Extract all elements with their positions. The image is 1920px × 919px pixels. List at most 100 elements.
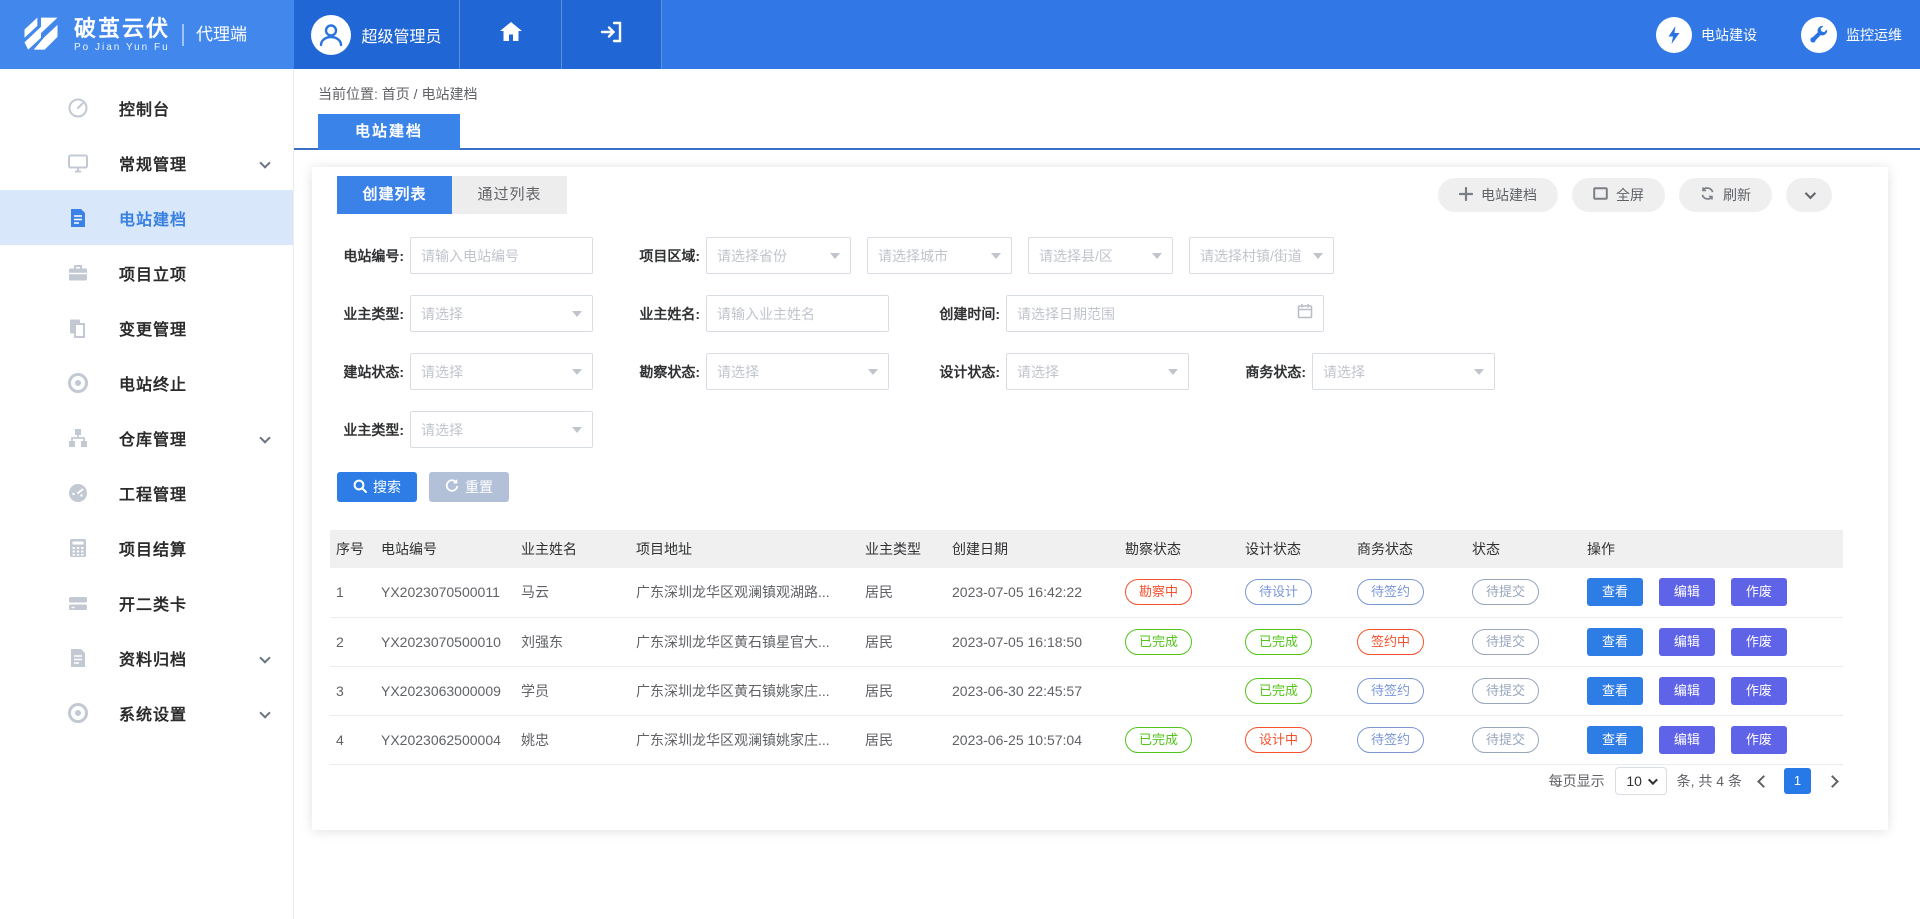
- quick-link-monitor-ops[interactable]: 监控运维: [1801, 17, 1902, 53]
- filter-business-status: 商务状态: 请选择: [1220, 353, 1495, 390]
- page-tab-station-archive[interactable]: 电站建档: [318, 114, 460, 150]
- sidebar-item-station-archive[interactable]: 电站建档: [0, 190, 293, 245]
- caret-down-icon: [572, 427, 582, 433]
- filter-label: 业主类型:: [318, 304, 410, 324]
- town-select[interactable]: 请选择村镇/街道: [1189, 237, 1334, 274]
- sidebar-item-station-termination[interactable]: 电站终止: [0, 355, 293, 410]
- sitemap-icon: [67, 427, 89, 449]
- view-button[interactable]: 查看: [1587, 726, 1643, 754]
- col-header: 设计状态: [1239, 530, 1351, 568]
- sidebar-item-type2-card[interactable]: 开二类卡: [0, 575, 293, 630]
- col-header: 商务状态: [1351, 530, 1466, 568]
- filter-form: 电站编号: 项目区域: 请选择省份 请选择城市 请选择县/区 请选择村镇/街道 …: [312, 237, 1888, 502]
- logout-icon: [599, 19, 625, 50]
- sidebar-item-engineering-mgmt[interactable]: 工程管理: [0, 465, 293, 520]
- sidebar-item-label: 项目结算: [119, 536, 187, 560]
- add-station-button[interactable]: 电站建档: [1438, 178, 1558, 212]
- build-status-select[interactable]: 请选择: [410, 353, 593, 390]
- date-range-picker[interactable]: 请选择日期范围: [1006, 295, 1324, 332]
- table-row: 2 YX2023070500010 刘强东 广东深圳龙华区黄石镇星官大... 居…: [330, 617, 1843, 666]
- fullscreen-label: 全屏: [1616, 185, 1644, 205]
- total-count-label: 条, 共 4 条: [1677, 771, 1742, 791]
- user-menu[interactable]: 超级管理员: [294, 0, 460, 69]
- caret-down-icon: [868, 369, 878, 375]
- col-header: 创建日期: [946, 530, 1119, 568]
- reset-button[interactable]: 重置: [429, 472, 509, 502]
- filter-owner-type: 业主类型: 请选择: [318, 295, 593, 332]
- status-badge: 待签约: [1357, 579, 1424, 605]
- province-select[interactable]: 请选择省份: [706, 237, 851, 274]
- pagination: 每页显示 10 条, 共 4 条 1: [1549, 767, 1843, 795]
- col-header: 业主姓名: [515, 530, 630, 568]
- list-tabs: 创建列表 通过列表: [337, 176, 567, 214]
- card-icon: [67, 592, 89, 614]
- filter-label: 业主类型:: [318, 420, 410, 440]
- status-badge: 待提交: [1472, 727, 1539, 753]
- per-page-select[interactable]: 10: [1615, 767, 1667, 795]
- sidebar-item-warehouse-mgmt[interactable]: 仓库管理: [0, 410, 293, 465]
- search-label: 搜索: [373, 477, 401, 497]
- breadcrumb-current: 电站建档: [421, 86, 477, 102]
- quick-link-station-construction[interactable]: 电站建设: [1656, 17, 1757, 53]
- breadcrumb-home[interactable]: 首页: [382, 86, 410, 102]
- page-number-current[interactable]: 1: [1784, 768, 1811, 794]
- status-badge: 签约中: [1357, 629, 1424, 655]
- sidebar-item-label: 电站终止: [119, 371, 187, 395]
- void-button[interactable]: 作废: [1731, 578, 1787, 606]
- edit-button[interactable]: 编辑: [1659, 677, 1715, 705]
- search-button[interactable]: 搜索: [337, 472, 417, 502]
- design-status-select[interactable]: 请选择: [1006, 353, 1189, 390]
- void-button[interactable]: 作废: [1731, 677, 1787, 705]
- filter-survey-status: 勘察状态: 请选择: [614, 353, 889, 390]
- quick-link-label: 监控运维: [1846, 25, 1902, 45]
- filter-label: 勘察状态:: [614, 362, 706, 382]
- owner-type-select[interactable]: 请选择: [410, 295, 593, 332]
- business-status-select[interactable]: 请选择: [1312, 353, 1495, 390]
- filter-buttons: 搜索 重置: [337, 472, 1888, 502]
- filter-build-status: 建站状态: 请选择: [318, 353, 593, 390]
- city-select[interactable]: 请选择城市: [867, 237, 1012, 274]
- owner-type-2-select[interactable]: 请选择: [410, 411, 593, 448]
- view-button[interactable]: 查看: [1587, 578, 1643, 606]
- sidebar-item-dashboard[interactable]: 控制台: [0, 80, 293, 135]
- edit-button[interactable]: 编辑: [1659, 628, 1715, 656]
- edit-button[interactable]: 编辑: [1659, 578, 1715, 606]
- view-button[interactable]: 查看: [1587, 677, 1643, 705]
- sidebar-item-file-archive[interactable]: 资料归档: [0, 630, 293, 685]
- void-button[interactable]: 作废: [1731, 628, 1787, 656]
- owner-name-input[interactable]: [717, 306, 878, 322]
- tab-create-list[interactable]: 创建列表: [337, 176, 452, 214]
- col-header: 序号: [330, 530, 375, 568]
- station-no-input[interactable]: [421, 248, 582, 264]
- breadcrumb-separator: /: [414, 86, 418, 102]
- collapse-toolbar-button[interactable]: [1786, 178, 1832, 212]
- sidebar-item-general-mgmt[interactable]: 常规管理: [0, 135, 293, 190]
- refresh-button[interactable]: 刷新: [1679, 178, 1772, 212]
- home-icon: [498, 19, 524, 50]
- caret-down-icon: [1313, 253, 1323, 259]
- col-header: 电站编号: [375, 530, 515, 568]
- sidebar-item-label: 系统设置: [119, 701, 187, 725]
- calculator-icon: [67, 537, 89, 559]
- sidebar-item-system-settings[interactable]: 系统设置: [0, 685, 293, 740]
- logout-button[interactable]: [562, 0, 662, 69]
- edit-button[interactable]: 编辑: [1659, 726, 1715, 754]
- filter-label: 建站状态:: [318, 362, 410, 382]
- sidebar-item-change-mgmt[interactable]: 变更管理: [0, 300, 293, 355]
- col-header: 操作: [1581, 530, 1843, 568]
- sidebar-item-label: 仓库管理: [119, 426, 187, 450]
- county-select[interactable]: 请选择县/区: [1028, 237, 1173, 274]
- status-badge: 已完成: [1125, 629, 1192, 655]
- survey-status-select[interactable]: 请选择: [706, 353, 889, 390]
- sidebar-item-label: 控制台: [119, 96, 170, 120]
- tab-passed-list[interactable]: 通过列表: [452, 176, 567, 214]
- sidebar-item-project-initiation[interactable]: 项目立项: [0, 245, 293, 300]
- status-badge: 设计中: [1245, 727, 1312, 753]
- void-button[interactable]: 作废: [1731, 726, 1787, 754]
- next-page-button[interactable]: [1821, 768, 1843, 794]
- view-button[interactable]: 查看: [1587, 628, 1643, 656]
- sidebar-item-project-settlement[interactable]: 项目结算: [0, 520, 293, 575]
- prev-page-button[interactable]: [1752, 768, 1774, 794]
- fullscreen-button[interactable]: 全屏: [1572, 178, 1665, 212]
- home-button[interactable]: [460, 0, 562, 69]
